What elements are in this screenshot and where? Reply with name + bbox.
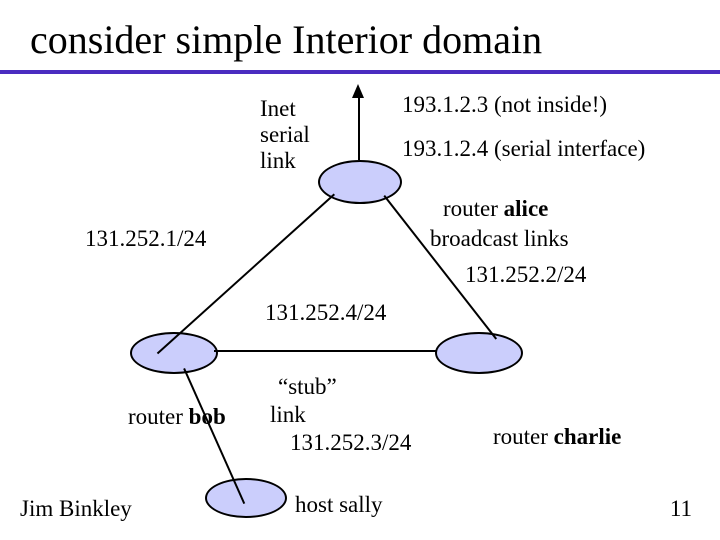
broadcast-links-label: broadcast links: [430, 226, 569, 252]
alice-ip-outside: 193.1.2.3 (not inside!): [402, 92, 607, 118]
node-charlie-oval: [435, 332, 523, 374]
bottom-subnet-label: 131.252.4/24: [265, 300, 386, 326]
inet-label-line3: link: [260, 148, 296, 174]
router-charlie-label: router charlie: [470, 398, 621, 476]
serial-link-arrow-head: [352, 84, 364, 98]
link-alice-bob: [157, 194, 335, 355]
stub-subnet-label: 131.252.3/24: [290, 430, 411, 456]
page-title: consider simple Interior domain: [30, 18, 542, 62]
inet-label-line2: serial: [260, 122, 310, 148]
stub-label-line2: link: [270, 402, 306, 428]
page-number: 11: [670, 496, 692, 522]
left-subnet-label: 131.252.1/24: [85, 226, 206, 252]
author-name: Jim Binkley: [20, 496, 132, 522]
right-subnet-label: 131.252.2/24: [465, 262, 586, 288]
host-sally-label: host sally: [295, 492, 383, 518]
stub-label-line1: “stub”: [278, 374, 337, 400]
inet-label-line1: Inet: [260, 96, 296, 122]
serial-link-arrow-shaft: [358, 90, 360, 160]
link-bob-charlie: [214, 350, 436, 352]
alice-ip-serial: 193.1.2.4 (serial interface): [402, 136, 645, 162]
title-underline: [0, 70, 720, 74]
router-bob-label: router bob: [105, 378, 226, 456]
node-sally-oval: [205, 478, 287, 518]
